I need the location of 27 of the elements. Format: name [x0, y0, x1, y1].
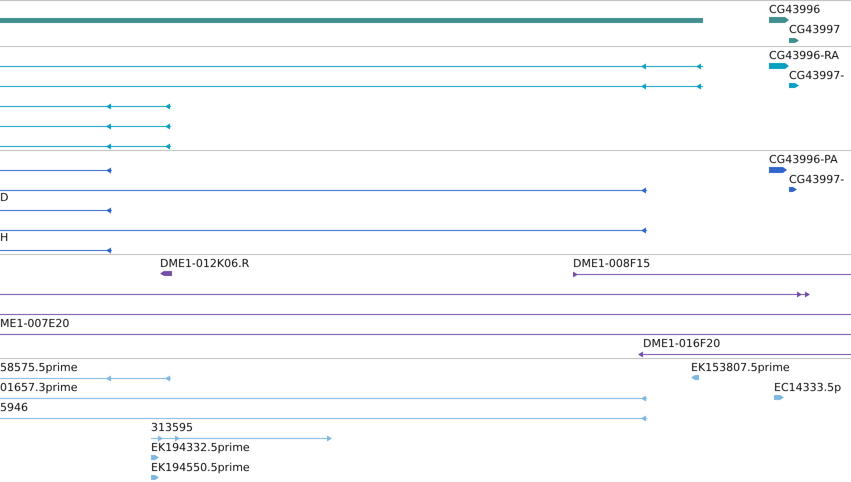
feature-glyph [769, 17, 789, 23]
feature-label: CG43996 [769, 3, 820, 16]
feature-label: CG43997- [789, 173, 844, 186]
feature-glyph [789, 83, 799, 88]
feature-label: ME1-007E20 [0, 317, 70, 330]
feature-label: D [0, 191, 8, 204]
feature-label: EC14333.5p [774, 381, 842, 394]
feature-label: EK153807.5prime [691, 361, 790, 374]
feature-glyph [789, 187, 797, 192]
feature-label: EK194332.5prime [151, 441, 250, 454]
feature-label: CG43997 [789, 23, 840, 36]
feature-label: CG43997- [789, 69, 844, 82]
feature-glyph [151, 475, 159, 480]
feature-label: H [0, 231, 8, 244]
feature-label: DME1-016F20 [643, 337, 720, 350]
feature-label: 5946 [0, 401, 28, 414]
feature-label: EK194550.5prime [151, 461, 250, 474]
feature-label: DME1-008F15 [573, 257, 650, 270]
feature-label: 313595 [151, 421, 193, 434]
feature-glyph [789, 38, 799, 43]
feature-label: 58575.5prime [0, 361, 78, 374]
feature-label: DME1-012K06.R [160, 257, 250, 270]
feature-label: 01657.3prime [0, 381, 78, 394]
feature-label: CG43996-RA [769, 49, 839, 62]
feature-label: CG43996-PA [769, 153, 838, 166]
feature-glyph [774, 395, 784, 400]
feature-glyph [151, 455, 159, 460]
